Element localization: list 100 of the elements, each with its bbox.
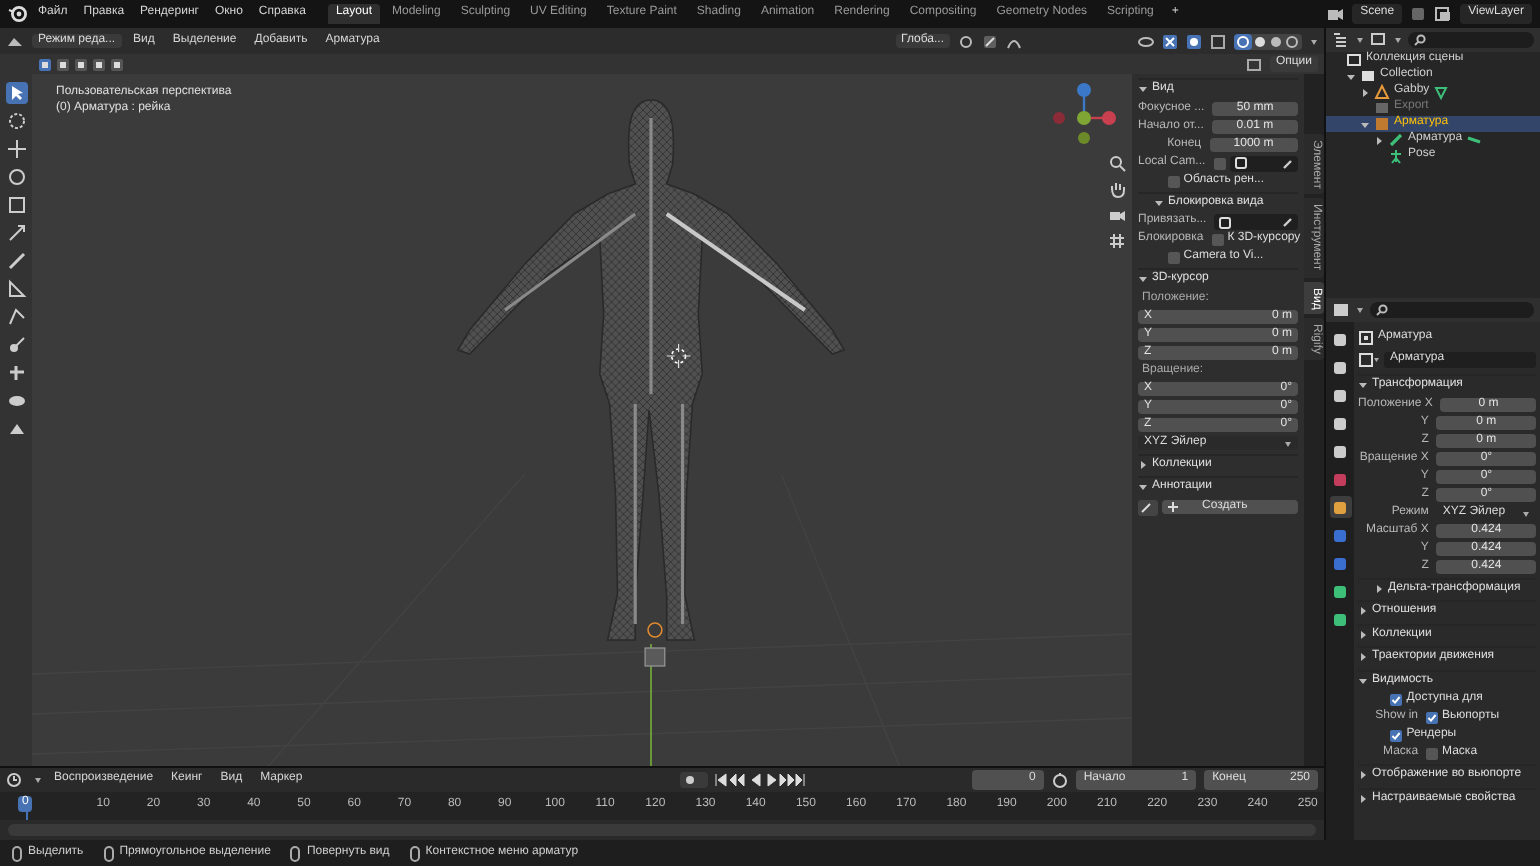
properties-tab[interactable]	[1329, 356, 1351, 378]
object-icon	[1218, 215, 1233, 229]
view-layer-icon[interactable]	[1434, 6, 1453, 22]
collapse-triangle-icon[interactable]	[1358, 380, 1368, 391]
caret-icon	[1284, 439, 1292, 447]
y-axis-line	[650, 643, 652, 766]
pan-hand-icon[interactable]	[1108, 180, 1126, 198]
search-icon	[1414, 34, 1426, 46]
eyedropper-icon	[1282, 157, 1294, 169]
collapse-triangle-icon[interactable]	[1346, 71, 1356, 81]
checkbox[interactable]	[1211, 234, 1224, 246]
tool-button[interactable]	[5, 390, 27, 412]
properties-tab[interactable]	[1329, 328, 1351, 350]
eyedropper-icon	[1282, 216, 1294, 228]
mouse-icon	[290, 845, 301, 861]
tool-button[interactable]	[5, 250, 27, 272]
pose-icon	[1388, 148, 1404, 164]
properties-editor-icon[interactable]	[1332, 302, 1350, 318]
armature-data-icon	[1358, 330, 1374, 346]
collapse-triangle-icon[interactable]	[1138, 274, 1148, 285]
grid-icon[interactable]	[1108, 232, 1126, 250]
checkbox[interactable]	[1167, 252, 1180, 264]
expand-triangle-icon[interactable]	[1358, 606, 1368, 617]
caret-icon	[1310, 37, 1318, 45]
playback-controls-icon[interactable]	[714, 772, 807, 788]
expand-triangle-icon[interactable]	[1360, 87, 1370, 97]
gizmo-toggle-icon[interactable]	[1162, 33, 1178, 49]
xray-toggle-icon[interactable]	[1210, 33, 1226, 49]
properties-tab[interactable]	[1329, 384, 1351, 406]
collapse-triangle-icon[interactable]	[1138, 482, 1148, 493]
checkbox[interactable]	[1390, 730, 1403, 742]
tool-button[interactable]	[5, 306, 27, 328]
datablock-browse-icon[interactable]	[1358, 352, 1380, 368]
editor-type-icon[interactable]	[6, 33, 26, 49]
overlay-toggle-icon[interactable]	[1186, 33, 1202, 49]
caret-icon	[1356, 36, 1364, 44]
expand-triangle-icon[interactable]	[1138, 459, 1148, 470]
shading-modes-icon[interactable]	[1234, 33, 1302, 49]
tool-button[interactable]	[5, 110, 27, 132]
tool-button[interactable]	[5, 334, 27, 356]
tool-button[interactable]	[5, 166, 27, 188]
object-field[interactable]	[1214, 214, 1298, 230]
expand-triangle-icon[interactable]	[1358, 652, 1368, 663]
search-field[interactable]	[1370, 302, 1534, 318]
blender-logo-icon[interactable]	[8, 4, 28, 24]
armature-object-icon	[1374, 116, 1390, 132]
visibility-icon[interactable]	[1138, 33, 1154, 49]
properties-tab[interactable]	[1329, 412, 1351, 434]
checkbox[interactable]	[1167, 175, 1180, 187]
3d-cursor-icon	[666, 343, 691, 369]
mouse-icon	[103, 845, 114, 861]
expand-triangle-icon[interactable]	[1358, 770, 1368, 781]
expand-triangle-icon[interactable]	[1374, 583, 1384, 594]
caret-icon	[1356, 306, 1364, 314]
tool-button[interactable]	[5, 194, 27, 216]
checkbox[interactable]	[1426, 712, 1439, 724]
plus-icon	[1168, 502, 1178, 512]
record-button-icon[interactable]	[680, 772, 709, 788]
tool-button[interactable]	[5, 138, 27, 160]
expand-triangle-icon[interactable]	[1374, 135, 1384, 145]
pivot-icon[interactable]	[958, 33, 974, 49]
caret-icon	[1522, 509, 1530, 517]
navigation-gizmo-drawing[interactable]	[1050, 80, 1118, 148]
mouse-icon	[12, 845, 22, 861]
outliner-editor-icon[interactable]	[1332, 32, 1350, 48]
collapse-triangle-icon[interactable]	[1360, 119, 1370, 129]
filter-icon[interactable]	[1370, 32, 1388, 48]
checkbox[interactable]	[1390, 694, 1403, 706]
search-icon	[1376, 304, 1388, 316]
shading-toggle-icon[interactable]	[1245, 57, 1262, 71]
modifier-icon	[1433, 85, 1448, 99]
new-scene-icon[interactable]	[1410, 6, 1427, 22]
object-field[interactable]	[1229, 155, 1298, 171]
expand-triangle-icon[interactable]	[1358, 793, 1368, 804]
camera-icon[interactable]	[1108, 206, 1126, 224]
snap-icon[interactable]	[982, 33, 998, 49]
mesh-object-icon	[1374, 84, 1390, 100]
zoom-icon[interactable]	[1108, 154, 1126, 172]
annotate-pen-icon[interactable]	[1138, 499, 1158, 515]
caret-icon	[1394, 36, 1402, 44]
collapse-triangle-icon[interactable]	[1358, 675, 1368, 686]
collapse-triangle-icon[interactable]	[1154, 197, 1164, 208]
tool-button[interactable]	[5, 278, 27, 300]
properties-tab[interactable]	[1329, 440, 1351, 462]
stopwatch-icon[interactable]	[1051, 772, 1068, 788]
caret-icon	[34, 776, 42, 784]
mouse-icon	[409, 845, 420, 861]
tool-button[interactable]	[5, 222, 27, 244]
collapse-triangle-icon[interactable]	[1138, 84, 1148, 95]
scene-icon[interactable]	[1326, 6, 1345, 22]
checkbox[interactable]	[1426, 748, 1439, 760]
tool-button[interactable]	[5, 82, 27, 104]
properties-tab[interactable]	[1329, 496, 1351, 518]
tool-button[interactable]	[5, 362, 27, 384]
properties-tab[interactable]	[1329, 580, 1351, 602]
expand-triangle-icon[interactable]	[1358, 629, 1368, 640]
checkbox[interactable]	[1213, 157, 1226, 169]
search-field[interactable]	[1408, 32, 1534, 48]
properties-tab[interactable]	[1329, 608, 1351, 630]
scene-collection-icon	[1346, 52, 1362, 68]
